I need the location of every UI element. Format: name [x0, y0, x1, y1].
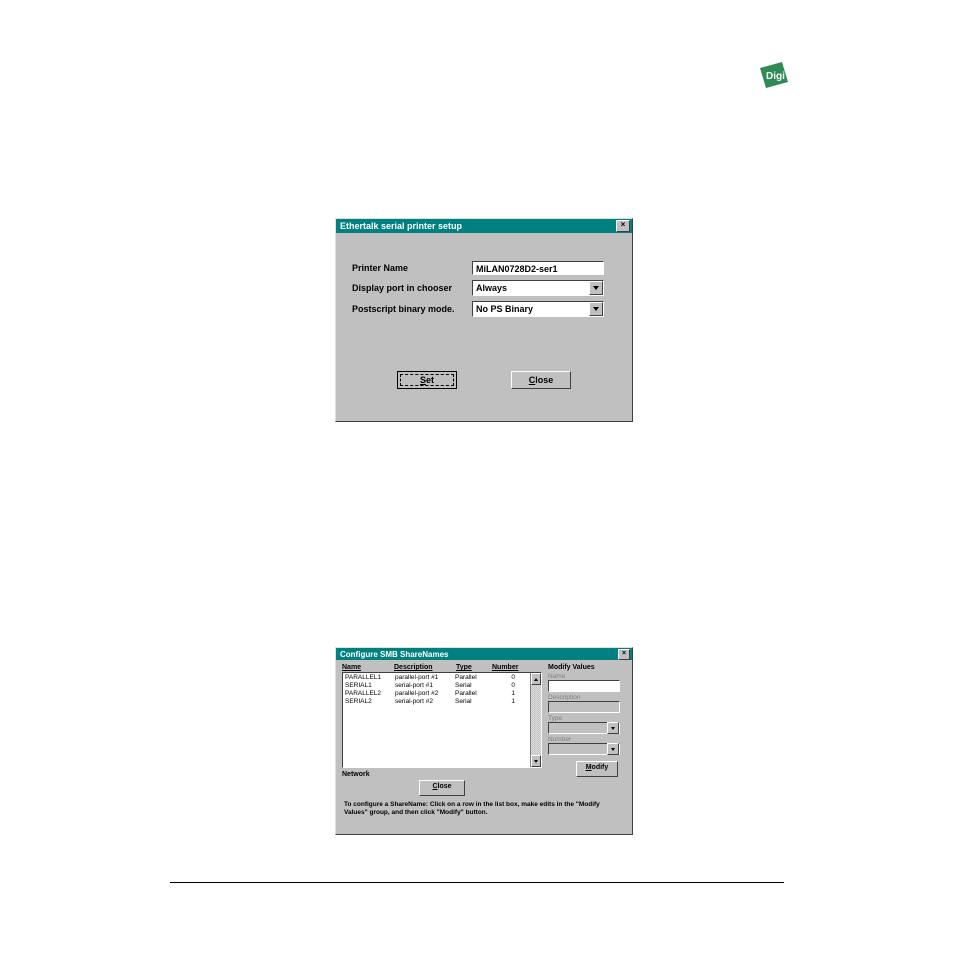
printer-name-label: Printer Name [352, 263, 472, 273]
chevron-down-icon[interactable] [589, 302, 603, 316]
close-icon[interactable]: × [616, 220, 630, 232]
digi-logo: Digi [754, 60, 794, 92]
dialog-titlebar: Ethertalk serial printer setup × [336, 219, 632, 233]
dialog-titlebar: Configure SMB ShareNames × [336, 648, 632, 660]
list-header: Name Description Type Number [342, 664, 542, 671]
svg-text:Digi: Digi [766, 71, 785, 82]
close-button[interactable]: Close [511, 371, 571, 389]
list-item[interactable]: SERIAL1 serial-port #1 Serial 0 [345, 682, 539, 690]
dialog-title: Ethertalk serial printer setup [338, 221, 462, 231]
display-port-label: Display port in chooser [352, 283, 472, 293]
modify-type-label: Type [548, 715, 626, 722]
list-item[interactable]: PARALLEL1 parallel-port #1 Parallel 0 [345, 674, 539, 682]
scroll-down-icon[interactable] [531, 755, 541, 767]
modify-description-input[interactable] [548, 701, 620, 713]
postscript-binary-label: Postscript binary mode. [352, 304, 472, 314]
modify-number-label: Number [548, 736, 626, 743]
col-description: Description [394, 664, 456, 671]
ethertalk-serial-printer-setup-dialog: Ethertalk serial printer setup × Printer… [335, 218, 633, 422]
hint-text: To configure a ShareName: Click on a row… [336, 798, 632, 823]
digi-logo-svg: Digi [754, 60, 794, 92]
modify-description-label: Description [548, 694, 626, 701]
display-port-value: Always [476, 283, 507, 293]
network-label: Network [342, 771, 542, 778]
col-name: Name [342, 664, 394, 671]
modify-button[interactable]: Modify [576, 761, 618, 777]
modify-values-group: Modify Values [548, 664, 626, 671]
postscript-binary-value: No PS Binary [476, 304, 533, 314]
scroll-track[interactable] [531, 685, 541, 755]
modify-type-select[interactable] [548, 722, 620, 734]
chevron-down-icon[interactable] [589, 281, 603, 295]
scroll-up-icon[interactable] [531, 673, 541, 685]
list-item[interactable]: PARALLEL2 parallel-port #2 Parallel 1 [345, 690, 539, 698]
modify-name-input[interactable] [548, 680, 620, 692]
chevron-down-icon[interactable] [607, 722, 619, 734]
col-number: Number [492, 664, 520, 671]
modify-number-select[interactable] [548, 743, 620, 755]
chevron-down-icon[interactable] [607, 743, 619, 755]
modify-name-label: Name [548, 673, 626, 680]
printer-name-input[interactable]: MiLAN0728D2-ser1 [472, 261, 604, 275]
close-icon[interactable]: × [618, 649, 630, 660]
display-port-select[interactable]: Always [472, 280, 604, 296]
close-button[interactable]: Close [419, 780, 465, 796]
footer-divider [170, 882, 784, 883]
configure-smb-sharenames-dialog: Configure SMB ShareNames × Name Descript… [335, 647, 633, 835]
col-type: Type [456, 664, 492, 671]
list-item[interactable]: SERIAL2 serial-port #2 Serial 1 [345, 698, 539, 706]
scrollbar[interactable] [530, 673, 541, 767]
set-button[interactable]: Set [397, 371, 457, 389]
postscript-binary-select[interactable]: No PS Binary [472, 301, 604, 317]
dialog-title: Configure SMB ShareNames [338, 650, 448, 659]
sharenames-listbox[interactable]: PARALLEL1 parallel-port #1 Parallel 0 SE… [342, 672, 542, 768]
